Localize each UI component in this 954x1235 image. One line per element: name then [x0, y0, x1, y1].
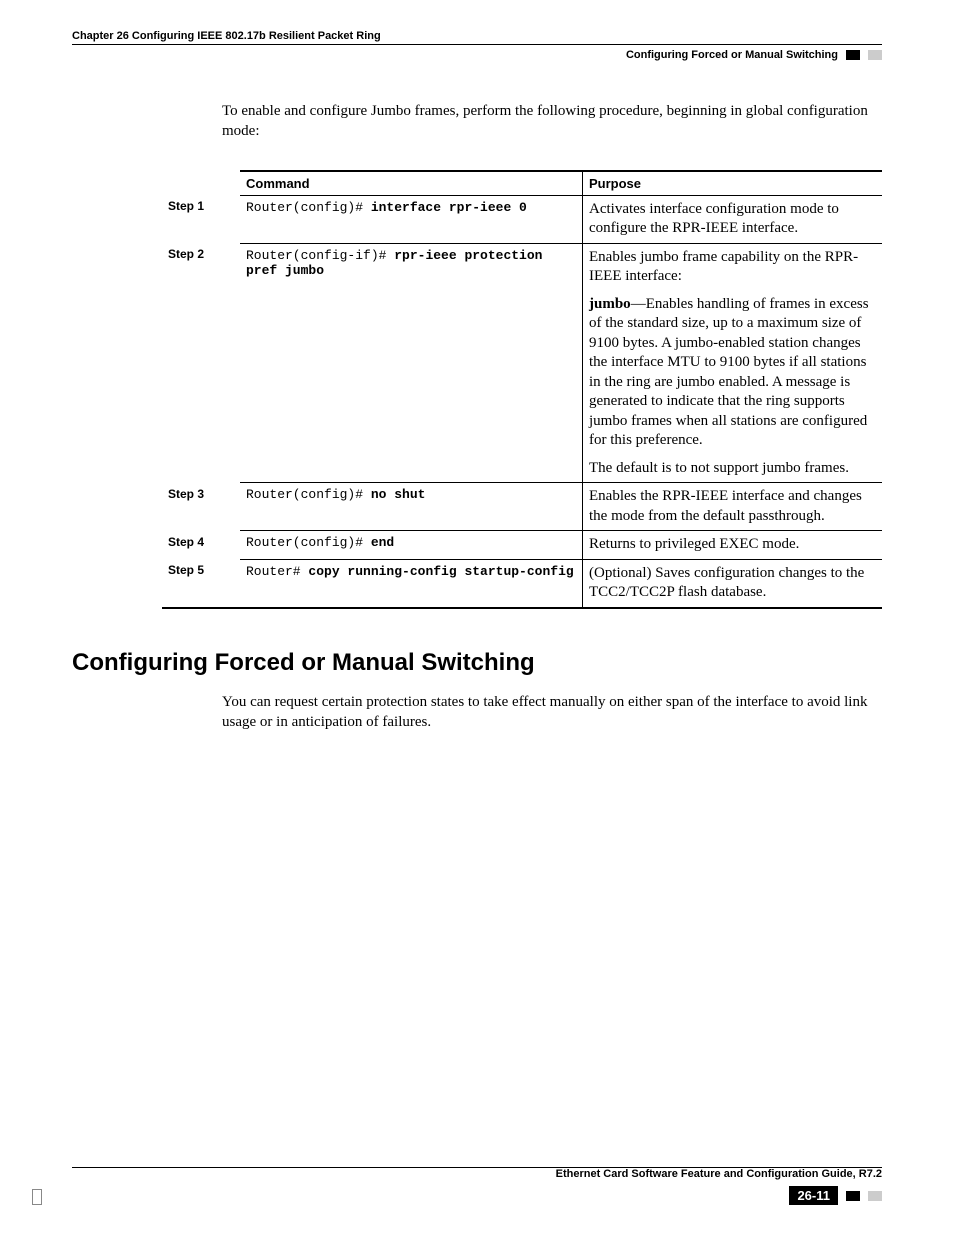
procedure-table: Command Purpose Step 1 Router(config)# i…	[162, 170, 882, 609]
footer-decor-light	[868, 1191, 882, 1201]
page-number: 26-11	[789, 1186, 838, 1205]
intro-paragraph: To enable and configure Jumbo frames, pe…	[222, 101, 882, 142]
purpose-cell: Enables the RPR-IEEE interface and chang…	[583, 483, 883, 531]
cli-prompt: Router(config)#	[246, 200, 371, 215]
running-header-row: Configuring Forced or Manual Switching	[72, 49, 882, 61]
header-decor-dark	[846, 50, 860, 60]
step-label: Step 5	[162, 559, 240, 608]
cli-prompt: Router(config)#	[246, 535, 371, 550]
purpose-definition: jumbo—Enables handling of frames in exce…	[589, 295, 876, 451]
purpose-cell: Enables jumbo frame capability on the RP…	[583, 243, 883, 483]
cli-command: end	[371, 535, 394, 550]
purpose-text: Returns to privileged EXEC mode.	[589, 535, 876, 555]
step-label: Step 3	[162, 483, 240, 531]
cli-prompt: Router(config-if)#	[246, 248, 394, 263]
step-label: Step 4	[162, 531, 240, 560]
step-label: Step 2	[162, 243, 240, 483]
footer-crop-mark	[32, 1189, 42, 1205]
purpose-header: Purpose	[583, 171, 883, 196]
command-cell: Router(config)# end	[240, 531, 583, 560]
command-cell: Router# copy running-config startup-conf…	[240, 559, 583, 608]
purpose-term: jumbo	[589, 296, 631, 312]
section-body: You can request certain protection state…	[222, 692, 882, 733]
purpose-def-text: —Enables handling of frames in excess of…	[589, 296, 869, 449]
purpose-cell: Returns to privileged EXEC mode.	[583, 531, 883, 560]
section-title: Configuring Forced or Manual Switching	[72, 649, 882, 677]
purpose-intro: Enables jumbo frame capability on the RP…	[589, 248, 876, 287]
footer-decor-dark	[846, 1191, 860, 1201]
step-header-blank	[162, 171, 240, 196]
command-cell: Router(config)# no shut	[240, 483, 583, 531]
purpose-text: (Optional) Saves configuration changes t…	[589, 564, 876, 603]
command-cell: Router(config)# interface rpr-ieee 0	[240, 195, 583, 243]
header-decor-light	[868, 50, 882, 60]
table-row: Step 4 Router(config)# end Returns to pr…	[162, 531, 882, 560]
table-row: Step 2 Router(config-if)# rpr-ieee prote…	[162, 243, 882, 483]
footer-guide-title: Ethernet Card Software Feature and Confi…	[72, 1167, 882, 1182]
step-label: Step 1	[162, 195, 240, 243]
command-header: Command	[240, 171, 583, 196]
purpose-cell: (Optional) Saves configuration changes t…	[583, 559, 883, 608]
cli-command: interface rpr-ieee 0	[371, 200, 527, 215]
command-cell: Router(config-if)# rpr-ieee protection p…	[240, 243, 583, 483]
cli-command: copy running-config startup-config	[308, 564, 573, 579]
cli-prompt: Router(config)#	[246, 487, 371, 502]
table-row: Step 1 Router(config)# interface rpr-iee…	[162, 195, 882, 243]
table-row: Step 3 Router(config)# no shut Enables t…	[162, 483, 882, 531]
chapter-header: Chapter 26 Configuring IEEE 802.17b Resi…	[72, 30, 882, 45]
purpose-default: The default is to not support jumbo fram…	[589, 459, 876, 479]
purpose-text: Enables the RPR-IEEE interface and chang…	[589, 487, 876, 526]
table-row: Step 5 Router# copy running-config start…	[162, 559, 882, 608]
running-header-section: Configuring Forced or Manual Switching	[626, 49, 838, 61]
cli-command: no shut	[371, 487, 426, 502]
cli-prompt: Router#	[246, 564, 308, 579]
purpose-text: Activates interface configuration mode t…	[589, 200, 876, 239]
page-footer: Ethernet Card Software Feature and Confi…	[72, 1167, 882, 1205]
purpose-cell: Activates interface configuration mode t…	[583, 195, 883, 243]
